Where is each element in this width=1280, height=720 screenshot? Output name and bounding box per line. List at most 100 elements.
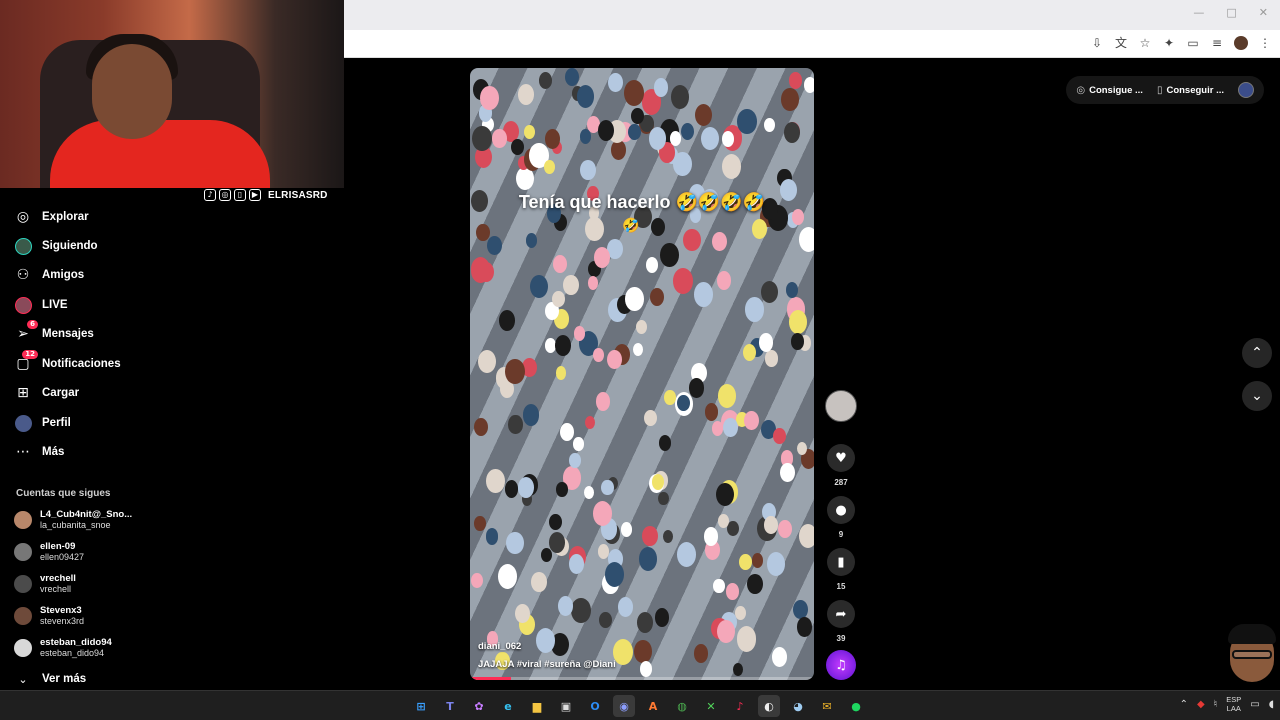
translate-icon[interactable]: 文 (1114, 36, 1128, 50)
get-coins-button[interactable]: ◎ Consigue ... (1076, 85, 1143, 96)
crowd-person (544, 128, 560, 149)
crowd-person (718, 384, 737, 409)
windows-start-icon[interactable]: ⊞ (410, 695, 432, 717)
minimize-button[interactable]: — (1193, 6, 1204, 19)
edge-icon[interactable]: e (497, 695, 519, 717)
teams-icon[interactable]: T (439, 695, 461, 717)
account-name: vrechell (40, 573, 76, 584)
sidebar-item-amigos[interactable]: ⚇ Amigos (14, 264, 84, 286)
monitor-icon[interactable]: ▭ (1250, 699, 1259, 710)
crowd-person (579, 129, 591, 144)
office-icon[interactable]: A (642, 695, 664, 717)
crowd-person (555, 335, 572, 357)
sidebar-item-live[interactable]: LIVE (14, 294, 68, 316)
close-window-button[interactable]: ✕ (1259, 6, 1268, 19)
tray-chevron-icon[interactable]: ⌃ (1180, 699, 1188, 710)
following-avatar-icon (14, 237, 32, 255)
microphone-icon[interactable]: ♮ (1214, 699, 1218, 710)
extensions-icon[interactable]: ✦ (1162, 36, 1176, 50)
crowd-person (535, 628, 555, 654)
crowd-person (798, 524, 814, 548)
outlook-icon[interactable]: O (584, 695, 606, 717)
crowd-person (676, 542, 696, 568)
tiktok-app-icon[interactable]: ♪ (729, 695, 751, 717)
sidebar-item-notificaciones[interactable]: ▢ 12 Notificaciones (14, 350, 121, 375)
store-icon[interactable]: ▣ (555, 695, 577, 717)
profile-avatar[interactable] (1234, 36, 1248, 50)
video-progress-bar[interactable] (470, 677, 814, 680)
profile-icon (14, 414, 32, 432)
following-account[interactable]: esteban_dido94 esteban_dido94 (14, 635, 112, 661)
steam-icon[interactable]: ◕ (787, 695, 809, 717)
language-indicator[interactable]: ESP LAA (1226, 695, 1241, 713)
save-count: 15 (836, 582, 846, 591)
following-section-title: Cuentas que sigues (16, 488, 111, 499)
share-button[interactable]: ➦ (827, 600, 855, 628)
crowd-person (628, 123, 641, 140)
following-account[interactable]: ellen-09 ellen09427 (14, 539, 84, 565)
video-player[interactable]: Tenía que hacerlo 🤣🤣🤣🤣 🤣 diani_062 JAJAJ… (470, 68, 814, 680)
crowd-person (480, 86, 499, 111)
account-avatar (14, 543, 32, 561)
account-avatar (14, 607, 32, 625)
obs-icon[interactable]: ◐ (758, 695, 780, 717)
music-disc-button[interactable]: ♫ (826, 650, 856, 680)
mail-icon[interactable]: ✉ (816, 695, 838, 717)
crowd-person (587, 276, 598, 290)
like-button[interactable]: ♥ (827, 444, 855, 472)
spotify-icon[interactable]: ● (845, 695, 867, 717)
xbox-icon[interactable]: ✕ (700, 695, 722, 717)
sidebar-item-cargar[interactable]: ⊞ Cargar (14, 382, 79, 404)
sidebar-item-perfil[interactable]: Perfil (14, 412, 71, 434)
top-right-actions: ◎ Consigue ... ▯ Conseguir ... (1066, 76, 1264, 104)
crowd-person (560, 422, 575, 441)
discord-icon[interactable]: ◉ (613, 695, 635, 717)
save-button[interactable]: ▮ (827, 548, 855, 576)
next-video-button[interactable]: ⌄ (1242, 381, 1272, 411)
crowd-person (701, 126, 720, 151)
get-app-button[interactable]: ▯ Conseguir ... (1157, 85, 1224, 96)
sidebar-item-explorar[interactable]: ◎ Explorar (14, 206, 89, 228)
media-icon[interactable]: ≡ (1210, 36, 1224, 50)
taskbar-apps: ⊞ T ✿ e ▆ ▣ O ◉ A ◍ ✕ ♪ ◐ ◕ ✉ ● (410, 695, 867, 717)
mcafee-icon[interactable]: ◆ (1197, 699, 1205, 710)
more-icon: ⋯ (16, 444, 30, 460)
sidebar-item-siguiendo[interactable]: Siguiendo (14, 235, 98, 257)
file-explorer-icon[interactable]: ▆ (526, 695, 548, 717)
following-account[interactable]: Stevenx3 stevenx3rd (14, 603, 84, 629)
crowd-person (715, 482, 734, 506)
crowd-person (599, 611, 612, 629)
account-name: esteban_dido94 (40, 637, 112, 648)
crowd-person (470, 572, 483, 589)
sidebar-item-mensajes[interactable]: ➢ 6 Mensajes (14, 320, 94, 345)
creator-avatar[interactable] (825, 390, 857, 422)
crowd-person (780, 463, 795, 483)
previous-video-button[interactable]: ⌃ (1242, 338, 1272, 368)
star-icon[interactable]: ☆ (1138, 36, 1152, 50)
comment-count: 9 (838, 530, 844, 539)
crowd-person (718, 513, 729, 528)
following-account[interactable]: vrechell vrechell (14, 571, 76, 597)
following-account[interactable]: L4_Cub4nit@_Sno... la_cubanita_snoe (14, 507, 132, 533)
account-username: stevenx3rd (40, 616, 85, 626)
crowd-person (631, 107, 644, 125)
copilot-icon[interactable]: ✿ (468, 695, 490, 717)
comment-button[interactable]: ● (827, 496, 855, 524)
volume-icon[interactable]: ◖ (1269, 699, 1274, 710)
crowd-person (773, 427, 787, 445)
chrome-icon[interactable]: ◍ (671, 695, 693, 717)
menu-icon[interactable]: ⋮ (1258, 36, 1272, 50)
crowd-person (713, 578, 725, 594)
comment-icon: ● (835, 502, 847, 518)
crowd-person (485, 528, 499, 545)
download-icon[interactable]: ⇩ (1090, 36, 1104, 50)
sidebar-item-label: LIVE (42, 299, 68, 311)
user-avatar[interactable] (1238, 82, 1254, 98)
video-author[interactable]: diani_062 (478, 641, 521, 652)
see-more-button[interactable]: ⌄ Ver más (14, 668, 86, 690)
crowd-person (625, 286, 645, 312)
maximize-button[interactable]: □ (1226, 6, 1236, 19)
sidebar-item-mas[interactable]: ⋯ Más (14, 441, 64, 463)
sidepanel-icon[interactable]: ▭ (1186, 36, 1200, 50)
crowd-person (676, 394, 690, 412)
